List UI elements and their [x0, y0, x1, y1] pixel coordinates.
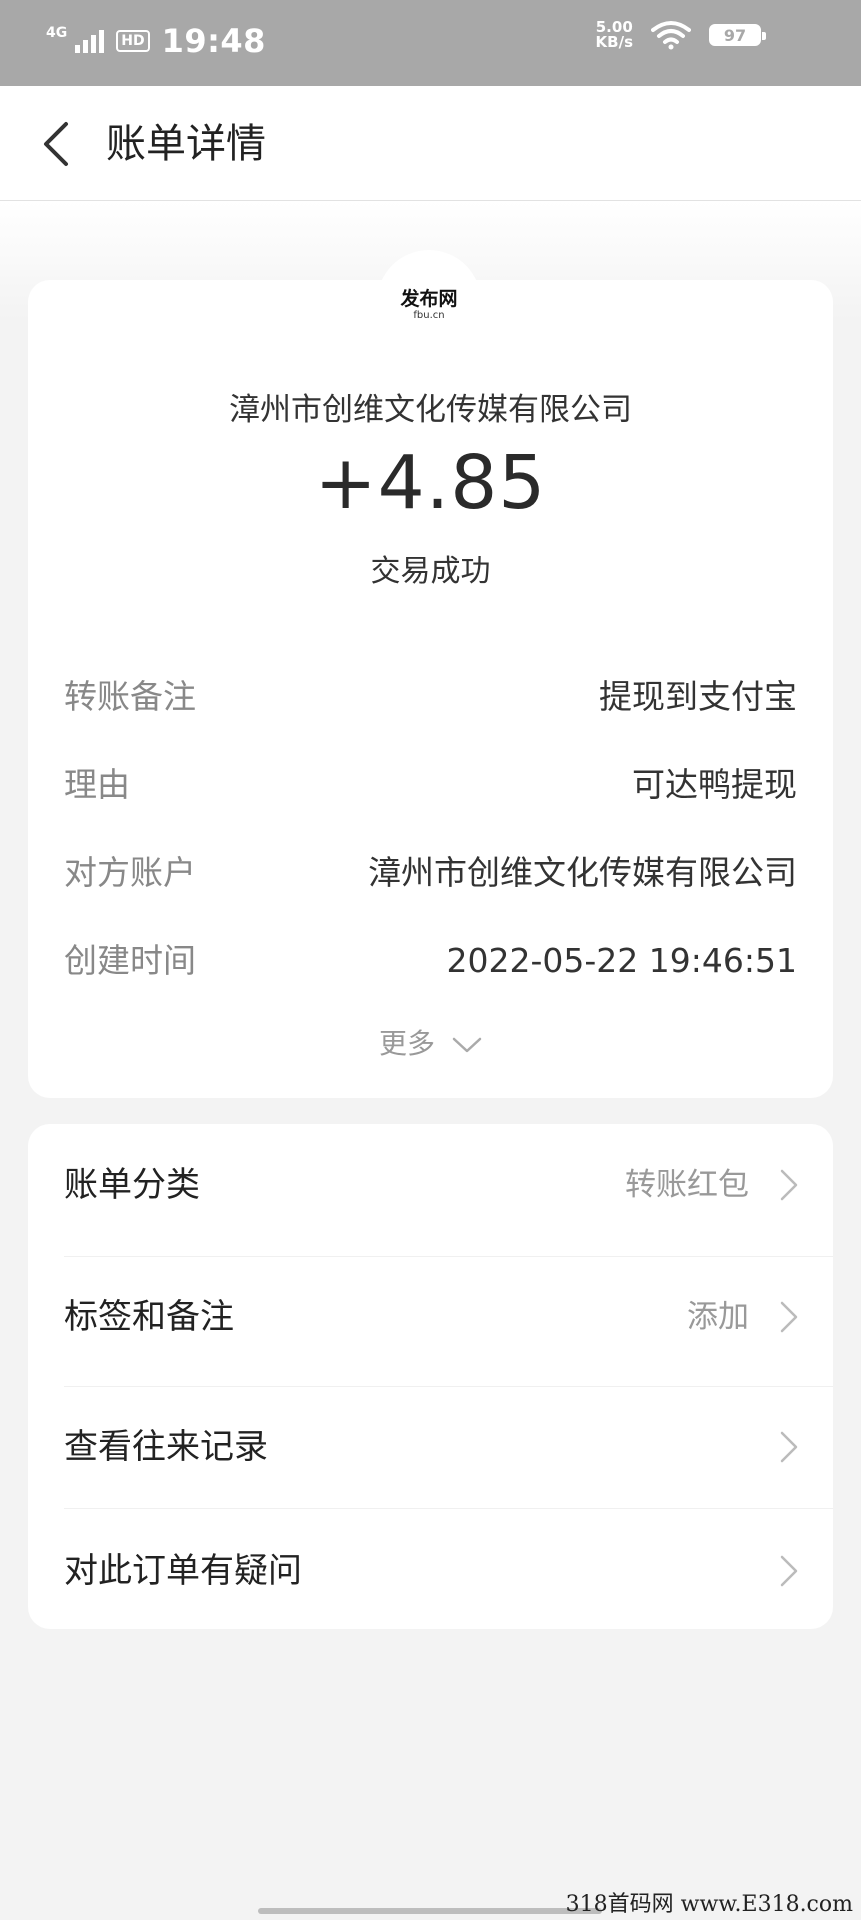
- wifi-icon: [651, 21, 691, 50]
- chevron-right-icon: [780, 1555, 798, 1587]
- logo-text: 发布网: [400, 288, 458, 310]
- item-label: 账单分类: [64, 1165, 200, 1205]
- detail-value: 可达鸭提现: [632, 765, 797, 804]
- divider: [64, 1508, 833, 1509]
- battery-level: 97: [723, 25, 747, 45]
- merchant-logo: 发布网 fbu.cn: [377, 250, 481, 354]
- logo-subtext: fbu.cn: [413, 310, 445, 321]
- more-label: 更多: [379, 1027, 436, 1060]
- nav-bar: 账单详情: [0, 86, 861, 201]
- status-left: 4G HD 19:48: [46, 22, 266, 60]
- order-question-item[interactable]: 对此订单有疑问: [28, 1510, 833, 1630]
- battery-icon: 97: [709, 24, 766, 46]
- detail-row-created-time: 创建时间 2022-05-22 19:46:51: [64, 936, 797, 986]
- chevron-right-icon: [780, 1301, 798, 1333]
- detail-row-account: 对方账户 漳州市创维文化传媒有限公司: [64, 848, 797, 898]
- detail-label: 对方账户: [64, 853, 196, 892]
- detail-label: 创建时间: [64, 941, 196, 980]
- status-right: 5.00 KB/s 97: [596, 20, 766, 50]
- network-speed: 5.00 KB/s: [596, 20, 633, 50]
- transaction-card: 漳州市创维文化传媒有限公司 +4.85 交易成功 转账备注 提现到支付宝 理由 …: [28, 280, 833, 1098]
- status-time: 19:48: [161, 22, 266, 60]
- detail-value: 提现到支付宝: [599, 677, 797, 716]
- detail-row-reason: 理由 可达鸭提现: [64, 760, 797, 810]
- hd-icon: HD: [116, 30, 150, 52]
- detail-row-remark: 转账备注 提现到支付宝: [64, 672, 797, 722]
- network-type: 4G: [46, 25, 68, 41]
- item-label: 标签和备注: [64, 1297, 234, 1337]
- watermark: 318首码网 www.E318.com: [565, 1892, 853, 1917]
- tags-notes-item[interactable]: 标签和备注 添加: [28, 1256, 833, 1376]
- detail-label: 转账备注: [64, 677, 196, 716]
- chevron-left-icon: [44, 122, 68, 166]
- page-title: 账单详情: [106, 121, 266, 167]
- bill-category-item[interactable]: 账单分类 转账红包: [28, 1124, 833, 1244]
- detail-value: 漳州市创维文化传媒有限公司: [368, 853, 797, 892]
- merchant-name: 漳州市创维文化传媒有限公司: [229, 392, 632, 428]
- transaction-amount: +4.85: [314, 440, 547, 526]
- status-bar: 4G HD 19:48 5.00 KB/s 97: [0, 0, 861, 86]
- item-label: 查看往来记录: [64, 1427, 268, 1467]
- transaction-status: 交易成功: [370, 554, 491, 589]
- chevron-down-icon: [452, 1037, 482, 1053]
- detail-label: 理由: [64, 765, 130, 804]
- view-records-item[interactable]: 查看往来记录: [28, 1386, 833, 1506]
- item-label: 对此订单有疑问: [64, 1551, 302, 1591]
- back-button[interactable]: [30, 116, 80, 172]
- item-value: 添加: [687, 1299, 749, 1335]
- speed-unit: KB/s: [595, 33, 633, 51]
- home-indicator[interactable]: [258, 1908, 602, 1914]
- detail-value: 2022-05-22 19:46:51: [446, 941, 797, 980]
- item-value: 转账红包: [625, 1167, 749, 1203]
- more-button[interactable]: 更多: [28, 1024, 833, 1064]
- chevron-right-icon: [780, 1169, 798, 1201]
- actions-card: 账单分类 转账红包 标签和备注 添加 查看往来记录 对此订单有疑问: [28, 1124, 833, 1629]
- signal-icon: [75, 29, 105, 53]
- chevron-right-icon: [780, 1431, 798, 1463]
